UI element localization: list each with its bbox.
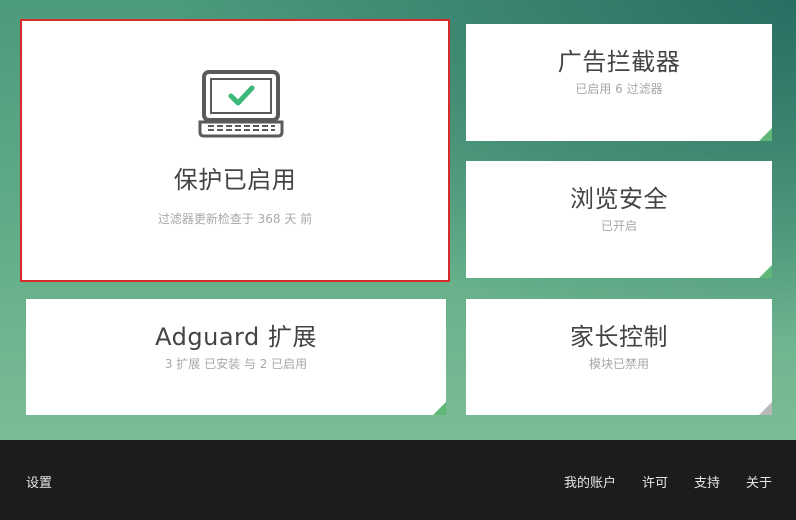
enabled-corner-indicator bbox=[759, 128, 772, 141]
parental-control-title: 家长控制 bbox=[570, 323, 668, 351]
protection-subtitle: 过滤器更新检查于 368 天 前 bbox=[157, 212, 313, 226]
ad-blocker-tile[interactable]: 广告拦截器 已启用 6 过滤器 bbox=[466, 24, 772, 141]
ad-blocker-title: 广告拦截器 bbox=[557, 48, 681, 76]
footer-bar: 设置 我的账户 许可 支持 关于 bbox=[0, 440, 796, 520]
about-link[interactable]: 关于 bbox=[746, 472, 772, 491]
license-link[interactable]: 许可 bbox=[642, 472, 668, 491]
enabled-corner-indicator bbox=[433, 402, 446, 415]
enabled-corner-indicator bbox=[759, 265, 772, 278]
extensions-tile[interactable]: Adguard 扩展 3 扩展 已安装 与 2 已启用 bbox=[26, 299, 446, 415]
protection-title: 保护已启用 bbox=[173, 166, 297, 194]
protection-tile-body: 保护已启用 过滤器更新检查于 368 天 前 bbox=[26, 25, 444, 278]
extensions-title: Adguard 扩展 bbox=[155, 323, 317, 351]
settings-link[interactable]: 设置 bbox=[26, 472, 52, 491]
my-account-link[interactable]: 我的账户 bbox=[564, 472, 616, 491]
protection-status-tile[interactable]: 保护已启用 过滤器更新检查于 368 天 前 bbox=[20, 19, 450, 282]
extensions-subtitle: 3 扩展 已安装 与 2 已启用 bbox=[164, 357, 308, 371]
footer-links: 我的账户 许可 支持 关于 bbox=[538, 472, 772, 491]
laptop-check-icon bbox=[198, 70, 284, 138]
browsing-security-tile[interactable]: 浏览安全 已开启 bbox=[466, 161, 772, 278]
support-link[interactable]: 支持 bbox=[694, 472, 720, 491]
parental-control-tile[interactable]: 家长控制 模块已禁用 bbox=[466, 299, 772, 415]
disabled-corner-indicator bbox=[759, 402, 772, 415]
ad-blocker-subtitle: 已启用 6 过滤器 bbox=[575, 82, 663, 96]
browsing-security-subtitle: 已开启 bbox=[600, 219, 637, 233]
parental-control-subtitle: 模块已禁用 bbox=[588, 357, 649, 371]
browsing-security-title: 浏览安全 bbox=[570, 185, 668, 213]
